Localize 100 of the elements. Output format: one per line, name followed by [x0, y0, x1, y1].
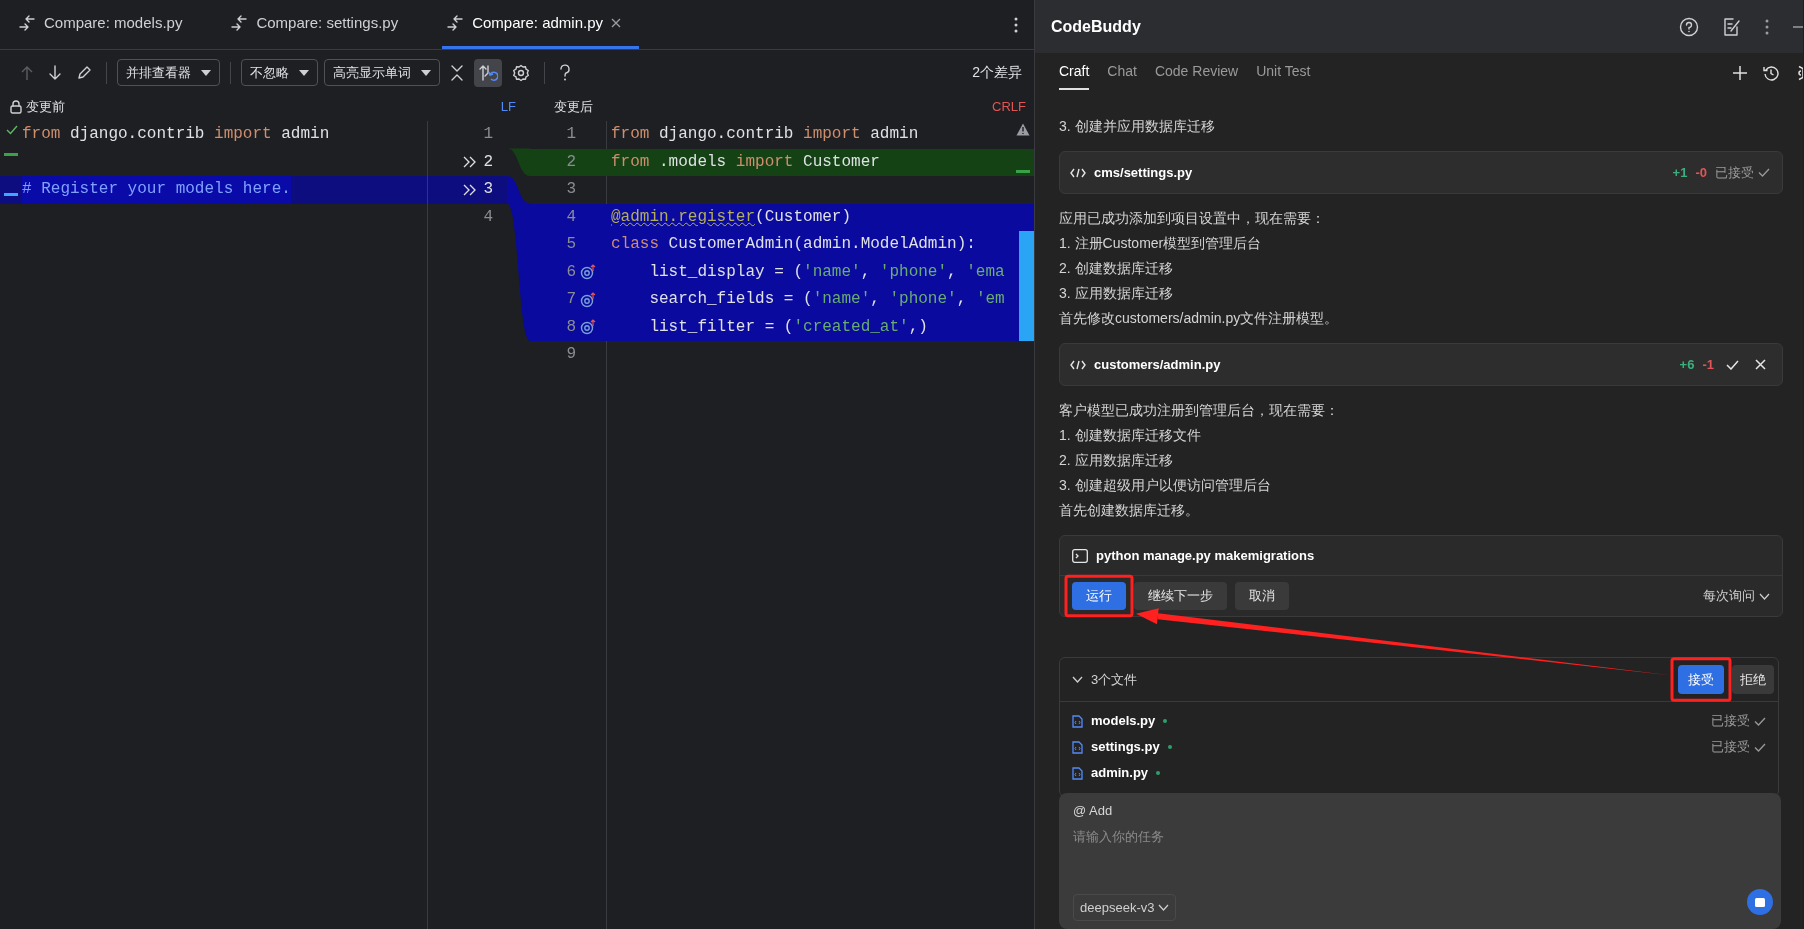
- close-icon[interactable]: [611, 18, 622, 28]
- pane-title: 变更后: [554, 98, 593, 117]
- change-marker: [1016, 169, 1030, 173]
- file-name[interactable]: settings.py: [1091, 737, 1160, 757]
- diff-count: 2个差异: [972, 63, 1022, 82]
- file-icon: [1072, 766, 1083, 780]
- added-count: +6: [1679, 355, 1695, 374]
- override-icon[interactable]: [580, 319, 596, 336]
- more-icon[interactable]: [1765, 18, 1769, 35]
- down-arrow-icon[interactable]: [48, 64, 62, 81]
- check-icon: [1754, 716, 1766, 726]
- file-change-card[interactable]: customers/admin.py +6 -1: [1059, 343, 1783, 386]
- editor-tab[interactable]: Compare: settings.py: [226, 0, 417, 49]
- plus-icon[interactable]: [1733, 65, 1747, 80]
- command-button[interactable]: 继续下一步: [1134, 582, 1227, 610]
- pencil-icon[interactable]: [76, 64, 92, 81]
- code-line: from django.contrib import admin: [22, 124, 330, 145]
- check-icon: [6, 125, 18, 135]
- compare-arrows-icon: [230, 15, 249, 31]
- send-icon[interactable]: [1747, 889, 1773, 915]
- collapse-icon[interactable]: [450, 63, 464, 82]
- command-button[interactable]: 取消: [1235, 582, 1289, 610]
- line-number: 3: [483, 179, 493, 200]
- message-text: 2. 应用数据库迁移: [1059, 451, 1174, 470]
- dropdown[interactable]: 不忽略: [241, 58, 318, 87]
- dropdown[interactable]: 并排查看器: [117, 58, 220, 87]
- message-text: 首先创建数据库迁移。: [1059, 501, 1200, 520]
- annotation-box: [1670, 657, 1732, 702]
- notes-icon[interactable]: [1723, 16, 1741, 37]
- line-number: 2: [483, 151, 493, 173]
- help-icon[interactable]: [559, 63, 571, 82]
- line-number: 6: [565, 261, 576, 283]
- tab[interactable]: Unit Test: [1256, 55, 1311, 91]
- lock-icon: [10, 100, 22, 114]
- override-icon[interactable]: [580, 291, 596, 308]
- compare-arrows-icon: [446, 15, 465, 31]
- message-text: 3. 创建并应用数据库迁移: [1059, 117, 1216, 136]
- caret-icon: [201, 69, 211, 76]
- line-number: 9: [565, 344, 576, 365]
- tab[interactable]: Craft: [1059, 55, 1090, 91]
- more-icon[interactable]: [1014, 16, 1018, 33]
- pane-title: 变更前: [26, 98, 65, 117]
- code-line: search_fields = ('name', 'phone', 'em: [648, 289, 1005, 310]
- annotation-box: [1064, 574, 1134, 618]
- history-icon[interactable]: [1763, 64, 1779, 81]
- code-line: list_display = ('name', 'phone', 'ema: [648, 261, 1005, 283]
- accept-all-button[interactable]: 接受: [1678, 664, 1724, 695]
- tab[interactable]: Chat: [1107, 55, 1137, 91]
- compare-arrows-icon: [18, 15, 36, 31]
- mention-label[interactable]: @ Add: [1073, 801, 1767, 821]
- chevron-down-icon[interactable]: [1072, 674, 1083, 685]
- file-count: 3个文件: [1091, 670, 1138, 689]
- change-marker: [4, 152, 18, 156]
- removed-count: -1: [1702, 355, 1714, 374]
- code-line: list_filter = ('created_at',): [648, 316, 928, 338]
- status-dot: [1156, 771, 1161, 775]
- line-number: 4: [565, 206, 576, 228]
- file-name[interactable]: models.py: [1091, 711, 1156, 731]
- line-number: 1: [565, 124, 576, 145]
- help-icon[interactable]: [1679, 16, 1699, 37]
- dropdown[interactable]: 高亮显示单词: [324, 58, 440, 87]
- double-chevron-icon[interactable]: [463, 156, 478, 169]
- line-number: 1: [483, 124, 493, 145]
- model-dropdown[interactable]: deepseek-v3: [1073, 893, 1177, 921]
- message-text: 1. 创建数据库迁移文件: [1059, 426, 1202, 445]
- file-path: cms/settings.py: [1094, 163, 1193, 182]
- up-arrow-icon[interactable]: [20, 64, 34, 81]
- editor-tab[interactable]: Compare: models.py: [14, 0, 201, 49]
- line-number: 7: [565, 289, 576, 310]
- warning-icon: [1016, 123, 1030, 136]
- mode-dropdown[interactable]: 每次询问: [1703, 586, 1770, 606]
- caret-icon: [421, 69, 431, 76]
- command-button[interactable]: 运行: [1072, 582, 1126, 610]
- line-number: 8: [565, 316, 576, 338]
- panel-title: CodeBuddy: [1051, 16, 1141, 37]
- code-line: class CustomerAdmin(admin.ModelAdmin):: [611, 234, 976, 255]
- line-number: 2: [565, 151, 576, 173]
- status-text: 已接受: [1711, 738, 1750, 757]
- file-change-card[interactable]: cms/settings.py +1 -0 已接受: [1059, 151, 1783, 194]
- file-name[interactable]: admin.py: [1091, 763, 1149, 783]
- tab[interactable]: Code Review: [1154, 55, 1239, 91]
- file-icon: [1072, 714, 1083, 728]
- added-count: +1: [1672, 163, 1688, 182]
- task-input[interactable]: @ Add 请输入你的任务 deepseek-v3: [1059, 793, 1781, 929]
- check-icon: [1726, 359, 1739, 370]
- message-text: 客户模型已成功注册到管理后台，现在需要：: [1059, 401, 1340, 420]
- removed-count: -0: [1695, 163, 1707, 182]
- chevron-down-icon: [1759, 592, 1770, 600]
- minimize-icon[interactable]: [1793, 25, 1803, 28]
- sync-scroll-icon[interactable]: [478, 62, 498, 83]
- code-line: @admin.register(Customer): [611, 206, 852, 228]
- terminal-icon: [1072, 548, 1088, 563]
- reject-all-button[interactable]: 拒绝: [1732, 664, 1774, 695]
- double-chevron-icon[interactable]: [463, 183, 478, 196]
- status-text: 已接受: [1711, 712, 1750, 731]
- line-ending: LF: [499, 98, 516, 117]
- override-icon[interactable]: [580, 264, 596, 281]
- close-icon: [1755, 359, 1766, 370]
- code-line: from django.contrib import admin: [611, 124, 919, 145]
- editor-tab[interactable]: Compare: admin.py: [442, 0, 640, 49]
